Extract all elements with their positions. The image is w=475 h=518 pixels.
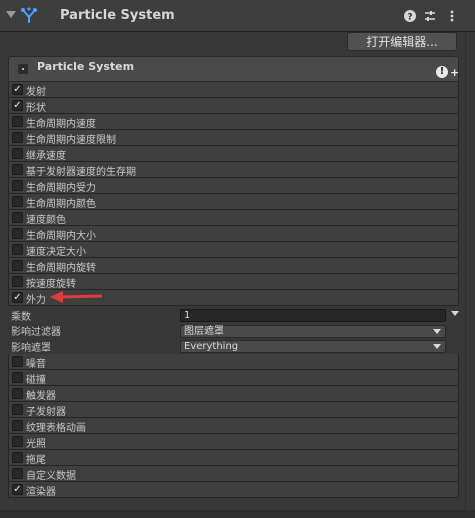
module-label: 外力 — [26, 295, 46, 306]
module-row[interactable]: 光照 — [8, 434, 459, 450]
module-row[interactable]: 触发器 — [8, 386, 459, 402]
preset-icon[interactable] — [423, 9, 437, 23]
warning-icon[interactable]: ! — [436, 66, 448, 78]
module-checkbox[interactable] — [12, 468, 23, 479]
particle-system-icon — [21, 7, 37, 23]
influence-filter-value: 图层遮罩 — [184, 326, 224, 337]
module-label: 速度决定大小 — [26, 247, 86, 258]
help-icon[interactable]: ? — [403, 9, 417, 23]
module-label: 基于发射器速度的生存期 — [26, 167, 136, 178]
main-module-title: Particle System — [37, 60, 135, 73]
module-checkbox[interactable] — [12, 452, 23, 463]
particle-dot-icon — [18, 64, 28, 74]
module-row[interactable]: ✓ 形状 — [8, 98, 459, 114]
module-checkbox[interactable] — [12, 388, 23, 399]
module-checkbox[interactable] — [12, 196, 23, 207]
multiplier-label: 乘数 — [11, 312, 31, 323]
scrollbar[interactable] — [465, 32, 475, 510]
module-row[interactable]: ✓ 发射 — [8, 82, 459, 98]
module-label: 按速度旋转 — [26, 279, 76, 290]
module-checkbox[interactable]: ✓ — [12, 484, 23, 495]
module-label: 碰撞 — [26, 375, 46, 386]
module-checkbox[interactable] — [12, 436, 23, 447]
add-icon[interactable]: + — [450, 66, 459, 79]
module-label: 生命周期内速度限制 — [26, 135, 116, 146]
module-checkbox[interactable]: ✓ — [12, 100, 23, 111]
module-checkbox[interactable] — [12, 260, 23, 271]
module-row[interactable]: 噪音 — [8, 354, 459, 370]
module-label: 纹理表格动画 — [26, 423, 86, 434]
module-label: 噪音 — [26, 359, 46, 370]
module-label: 生命周期内旋转 — [26, 263, 96, 274]
module-label: 生命周期内大小 — [26, 231, 96, 242]
module-checkbox[interactable] — [12, 212, 23, 223]
module-checkbox[interactable] — [12, 276, 23, 287]
module-row[interactable]: 继承速度 — [8, 146, 459, 162]
chevron-down-icon — [433, 329, 441, 334]
influence-mask-label: 影响遮罩 — [11, 343, 51, 354]
module-checkbox[interactable]: ✓ — [12, 292, 23, 303]
module-checkbox[interactable]: ✓ — [12, 84, 23, 95]
svg-text:?: ? — [407, 13, 412, 23]
module-checkbox[interactable] — [12, 132, 23, 143]
menu-icon[interactable] — [445, 9, 459, 23]
module-checkbox[interactable] — [12, 372, 23, 383]
module-checkbox[interactable] — [12, 180, 23, 191]
module-label: 形状 — [26, 103, 46, 114]
module-checkbox[interactable] — [12, 420, 23, 431]
module-row[interactable]: 生命周期内受力 — [8, 178, 459, 194]
module-checkbox[interactable] — [12, 404, 23, 415]
influence-filter-dropdown[interactable]: 图层遮罩 — [180, 325, 446, 338]
module-label: 光照 — [26, 439, 46, 450]
module-label: 速度颜色 — [26, 215, 66, 226]
module-label: 拖尾 — [26, 455, 46, 466]
module-label: 继承速度 — [26, 151, 66, 162]
module-row[interactable]: 自定义数据 — [8, 466, 459, 482]
module-label: 渲染器 — [26, 487, 56, 498]
module-row[interactable]: 按速度旋转 — [8, 274, 459, 290]
module-label: 子发射器 — [26, 407, 66, 418]
module-row[interactable]: 生命周期内速度限制 — [8, 130, 459, 146]
component-title: Particle System — [60, 8, 175, 23]
module-row[interactable]: 生命周期内大小 — [8, 226, 459, 242]
annotation-arrow-icon — [50, 291, 103, 303]
module-row[interactable]: 拖尾 — [8, 450, 459, 466]
module-row[interactable]: 纹理表格动画 — [8, 418, 459, 434]
module-row[interactable]: ✓ 渲染器 — [8, 482, 459, 498]
module-label: 生命周期内受力 — [26, 183, 96, 194]
module-row[interactable]: 速度颜色 — [8, 210, 459, 226]
module-row[interactable]: 子发射器 — [8, 402, 459, 418]
module-checkbox[interactable] — [12, 116, 23, 127]
module-checkbox[interactable] — [12, 164, 23, 175]
module-label: 生命周期内速度 — [26, 119, 96, 130]
module-label: 生命周期内颜色 — [26, 199, 96, 210]
influence-mask-dropdown[interactable]: Everything — [180, 340, 446, 353]
module-checkbox[interactable] — [12, 244, 23, 255]
module-row[interactable]: 生命周期内速度 — [8, 114, 459, 130]
main-module-header[interactable]: Particle System ! + — [8, 56, 459, 82]
module-checkbox[interactable] — [12, 356, 23, 367]
module-checkbox[interactable] — [12, 148, 23, 159]
module-checkbox[interactable] — [12, 228, 23, 239]
influence-filter-label: 影响过滤器 — [11, 327, 61, 338]
module-label: 触发器 — [26, 391, 56, 402]
multiplier-value: 1 — [184, 310, 191, 321]
footer-bar — [0, 510, 475, 518]
multiplier-dropdown-icon[interactable] — [451, 311, 459, 316]
module-label: 自定义数据 — [26, 471, 76, 482]
module-label: 发射 — [26, 87, 46, 98]
chevron-down-icon — [433, 344, 441, 349]
module-row[interactable]: 基于发射器速度的生存期 — [8, 162, 459, 178]
module-row[interactable]: 生命周期内旋转 — [8, 258, 459, 274]
open-editor-button[interactable]: 打开编辑器... — [347, 32, 457, 51]
module-row[interactable]: 碰撞 — [8, 370, 459, 386]
influence-mask-value: Everything — [184, 341, 239, 352]
external-forces-properties: 乘数 1 影响过滤器 图层遮罩 影响遮罩 Everything — [8, 306, 459, 354]
module-row[interactable]: 生命周期内颜色 — [8, 194, 459, 210]
component-header[interactable]: Particle System ? — [0, 0, 475, 32]
multiplier-field[interactable]: 1 — [180, 309, 446, 322]
module-row[interactable]: 速度决定大小 — [8, 242, 459, 258]
fold-arrow-icon[interactable] — [6, 11, 16, 18]
